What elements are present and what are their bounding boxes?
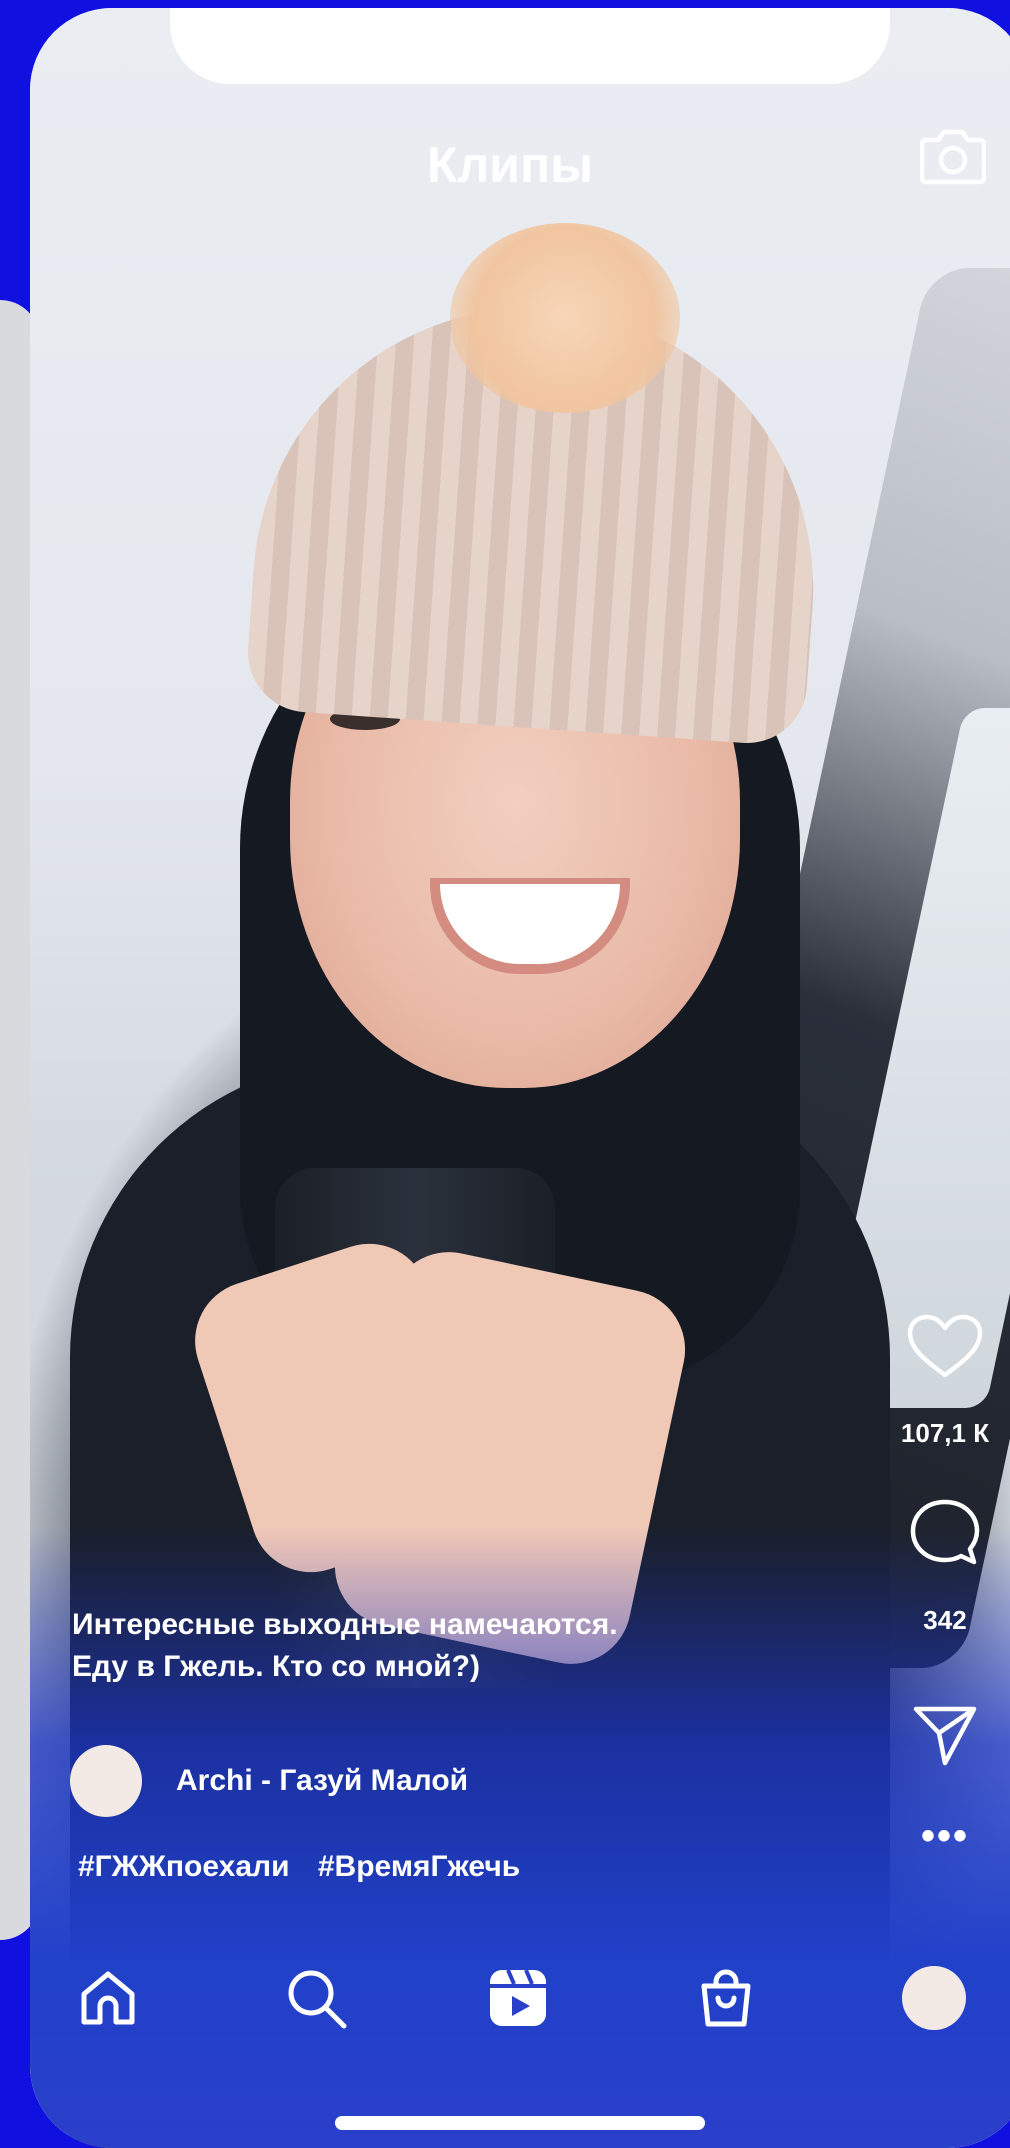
- profile-avatar: [902, 1966, 966, 2030]
- hashtags: #ГЖЖпоехали #ВремяГжечь: [78, 1850, 540, 1884]
- caption-line-1: Интересные выходные намечаются.: [72, 1608, 618, 1641]
- author-avatar[interactable]: [70, 1745, 142, 1817]
- search-icon: [288, 1970, 347, 2029]
- home-icon: [81, 1971, 135, 2025]
- send-icon: [913, 1706, 977, 1766]
- heart-icon: [907, 1314, 983, 1378]
- bottom-navigation: [30, 1958, 1010, 2058]
- like-button[interactable]: [890, 1313, 1000, 1379]
- page-title: Клипы: [427, 137, 593, 193]
- comment-icon: [910, 1499, 980, 1565]
- phone-screen: Клипы 107,1 К 342 ••• Интересные выходны…: [30, 8, 1010, 2148]
- nav-home[interactable]: [68, 1958, 148, 2038]
- comment-count: 342: [923, 1605, 967, 1635]
- device-notch: [170, 8, 890, 84]
- nav-profile[interactable]: [894, 1958, 974, 2038]
- clip-caption: Интересные выходные намечаются. Еду в Гж…: [72, 1604, 772, 1688]
- nav-search[interactable]: [276, 1958, 356, 2038]
- caption-line-2: Еду в Гжель. Кто со мной?): [72, 1650, 480, 1683]
- author-row[interactable]: Archi - Газуй Малой: [70, 1745, 468, 1817]
- home-indicator: [335, 2116, 705, 2130]
- camera-icon[interactable]: [919, 126, 987, 186]
- like-count: 107,1 К: [900, 1418, 990, 1448]
- clips-icon: [490, 1969, 546, 2026]
- comment-button[interactable]: [890, 1498, 1000, 1568]
- nav-shop[interactable]: [686, 1958, 766, 2038]
- shopping-bag-icon: [701, 1969, 751, 2027]
- share-button[interactable]: [890, 1703, 1000, 1767]
- hashtag-link[interactable]: #ГЖЖпоехали: [78, 1850, 290, 1883]
- more-dots-icon: •••: [920, 1814, 969, 1858]
- photo-pompom: [450, 223, 680, 413]
- more-button[interactable]: •••: [890, 1816, 1000, 1856]
- nav-clips[interactable]: [478, 1958, 558, 2038]
- author-name[interactable]: Archi - Газуй Малой: [176, 1764, 468, 1798]
- hashtag-link[interactable]: #ВремяГжечь: [318, 1850, 520, 1883]
